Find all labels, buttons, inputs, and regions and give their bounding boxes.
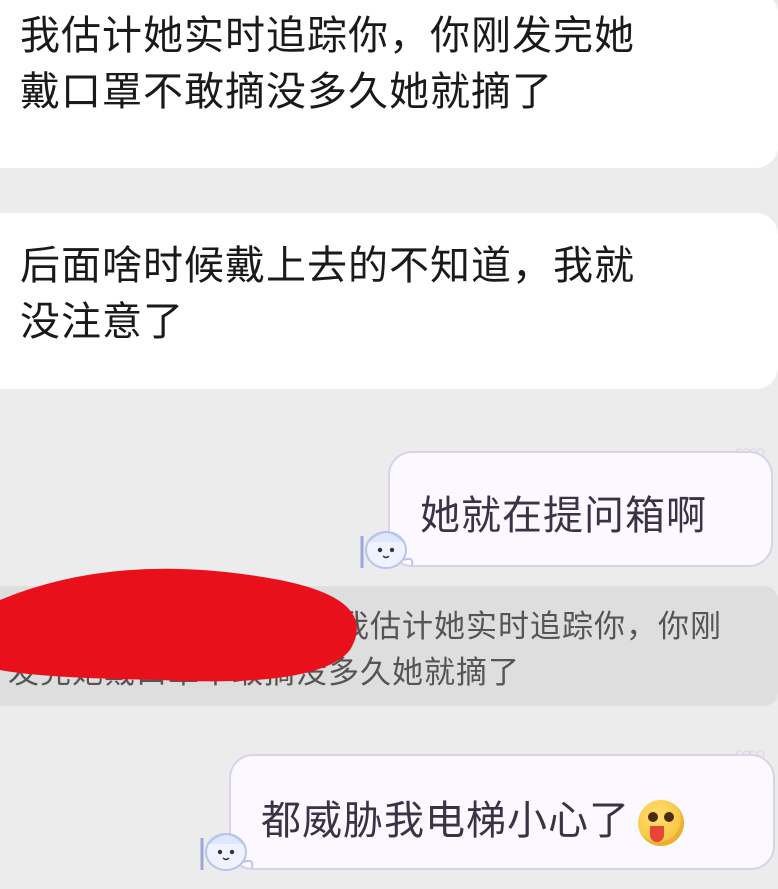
message-text: 都威胁我电梯小心了 (261, 798, 630, 844)
bubble-mascot-icon (200, 833, 254, 871)
bubble-mascot-icon (360, 531, 414, 569)
message-text: 她就在提问箱啊 (420, 493, 707, 539)
message-bubble-incoming[interactable]: 后面啥时候戴上去的不知道，我就 没注意了 (0, 213, 778, 389)
message-text: 没注意了 (20, 299, 184, 345)
message-text: 我估计她实时追踪你，你刚发完她 (20, 13, 635, 59)
message-text: 后面啥时候戴上去的不知道，我就 (20, 243, 635, 289)
message-text: 戴口罩不敢摘没多久她就摘了 (20, 69, 553, 115)
message-bubble-incoming[interactable]: 我估计她实时追踪你，你刚发完她 戴口罩不敢摘没多久她就摘了 (0, 0, 778, 168)
tongue-out-face-emoji-icon (638, 800, 684, 846)
message-bubble-outgoing[interactable]: 都威胁我电梯小心了 (229, 754, 775, 870)
message-bubble-outgoing[interactable]: 她就在提问箱啊 (388, 451, 773, 567)
red-redaction-scribble (0, 568, 357, 682)
